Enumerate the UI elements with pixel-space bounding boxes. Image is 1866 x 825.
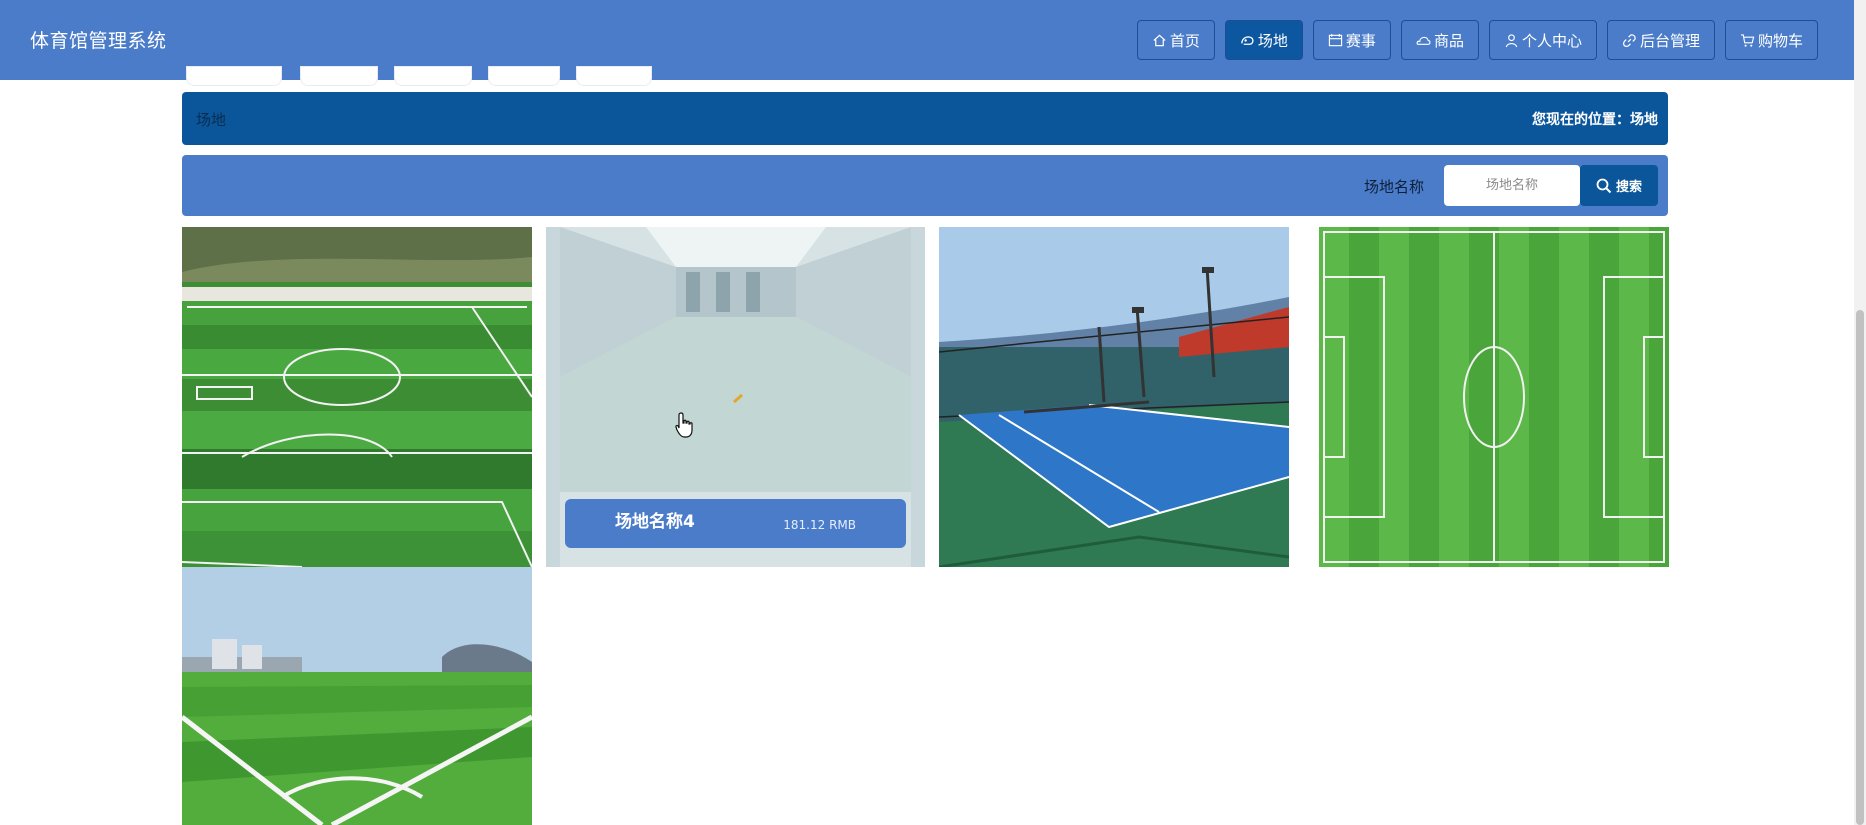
nav-profile-button[interactable]: 个人中心: [1488, 20, 1597, 60]
cart-icon: [1740, 33, 1755, 47]
nav-venue-button[interactable]: 场地: [1224, 20, 1303, 60]
nav-profile-label: 个人中心: [1521, 31, 1582, 50]
venue-image: [182, 227, 532, 567]
venue-card[interactable]: 场地名称4 181.12 RMB: [546, 227, 925, 567]
venue-icon: [1241, 35, 1254, 45]
nav-venue-label: 场地: [1257, 31, 1288, 50]
venue-info-panel: 场地名称4 181.12 RMB: [565, 499, 906, 548]
hidden-tab: [488, 66, 560, 86]
scrollbar-thumb[interactable]: [1856, 310, 1864, 825]
app-title: 体育馆管理系统: [30, 30, 167, 52]
current-location: 您现在的位置：场地: [1532, 112, 1658, 128]
page-scrollbar[interactable]: [1854, 0, 1866, 825]
search-button-label: 搜索: [1615, 179, 1642, 194]
nav-cart-button[interactable]: 购物车: [1724, 20, 1818, 60]
venue-card[interactable]: [1319, 227, 1669, 567]
calendar-icon: [1328, 33, 1343, 46]
venue-name: 场地名称4: [615, 512, 695, 532]
hidden-tab: [186, 66, 282, 86]
cloud-icon: [1416, 36, 1431, 45]
search-label: 场地名称: [1363, 178, 1424, 196]
hidden-tab: [300, 66, 378, 86]
venue-card[interactable]: [182, 567, 532, 825]
venue-price: 181.12 RMB: [783, 518, 856, 532]
search-input[interactable]: [1444, 165, 1580, 206]
nav-home-button[interactable]: 首页: [1136, 20, 1215, 60]
search-icon: [1596, 178, 1612, 193]
nav-home-label: 首页: [1169, 31, 1200, 50]
nav-events-label: 赛事: [1345, 31, 1376, 50]
user-icon: [1505, 33, 1518, 47]
nav-goods-button[interactable]: 商品: [1400, 20, 1479, 60]
nav-goods-label: 商品: [1433, 31, 1464, 50]
link-icon: [1623, 33, 1636, 47]
nav-admin-button[interactable]: 后台管理: [1606, 20, 1715, 60]
nav-admin-label: 后台管理: [1639, 31, 1700, 50]
home-icon: [1153, 34, 1166, 46]
page-title: 场地: [196, 111, 227, 129]
venue-image: [939, 227, 1289, 567]
venue-image: [1319, 227, 1669, 567]
venue-card[interactable]: [182, 227, 532, 567]
search-button[interactable]: 搜索: [1580, 165, 1658, 206]
venue-card[interactable]: [939, 227, 1289, 567]
search-bar: 场地名称 搜索: [182, 155, 1668, 216]
breadcrumb: 场地 您现在的位置：场地: [182, 92, 1668, 145]
main-nav: 首页 场地 赛事 商品 个人中心 后台管理 购物车: [1136, 20, 1818, 60]
nav-events-button[interactable]: 赛事: [1312, 20, 1391, 60]
nav-cart-label: 购物车: [1757, 31, 1803, 50]
hidden-tab: [576, 66, 652, 86]
hidden-tab: [394, 66, 472, 86]
pointer-cursor-icon: [675, 412, 693, 438]
venue-image: [182, 567, 532, 825]
